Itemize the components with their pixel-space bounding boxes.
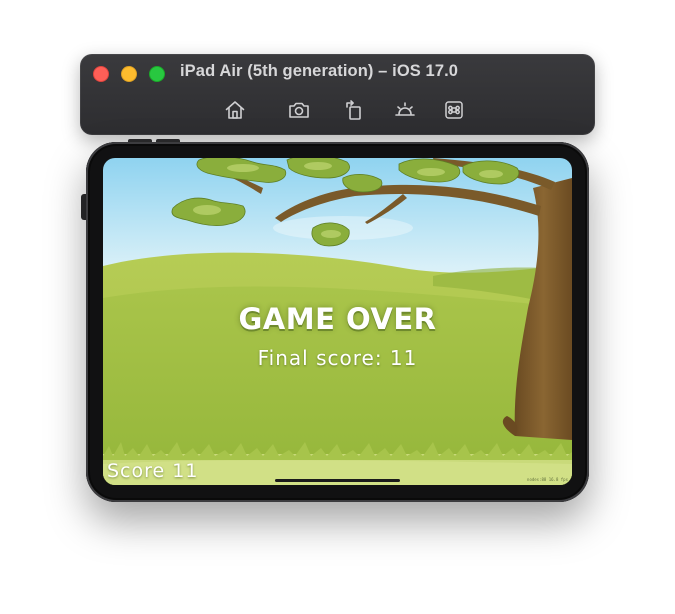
game-screen[interactable]: GAME OVER Final score: 11 Score 11 nodes… bbox=[103, 158, 572, 485]
home-icon[interactable] bbox=[223, 98, 247, 122]
screenshot-icon[interactable] bbox=[287, 98, 311, 122]
command-icon[interactable] bbox=[442, 98, 466, 122]
final-score-label: Final score: 11 bbox=[257, 346, 418, 370]
minimize-button[interactable] bbox=[121, 66, 137, 82]
window-title: iPad Air (5th generation) – iOS 17.0 bbox=[180, 62, 459, 80]
close-button[interactable] bbox=[93, 66, 109, 82]
simulator-screen: iPad Air (5th generation) – iOS 17.0 GAM… bbox=[0, 0, 675, 614]
debug-stats: nodes:88 16.8 fps bbox=[527, 477, 568, 482]
simulator-title-bar[interactable]: iPad Air (5th generation) – iOS 17.0 bbox=[80, 54, 595, 135]
game-over-title: GAME OVER bbox=[238, 302, 437, 336]
rotate-icon[interactable] bbox=[342, 98, 366, 122]
home-indicator[interactable] bbox=[275, 479, 400, 482]
score-counter: Score 11 bbox=[107, 460, 199, 482]
zoom-button[interactable] bbox=[149, 66, 165, 82]
appearance-icon[interactable] bbox=[393, 98, 417, 122]
